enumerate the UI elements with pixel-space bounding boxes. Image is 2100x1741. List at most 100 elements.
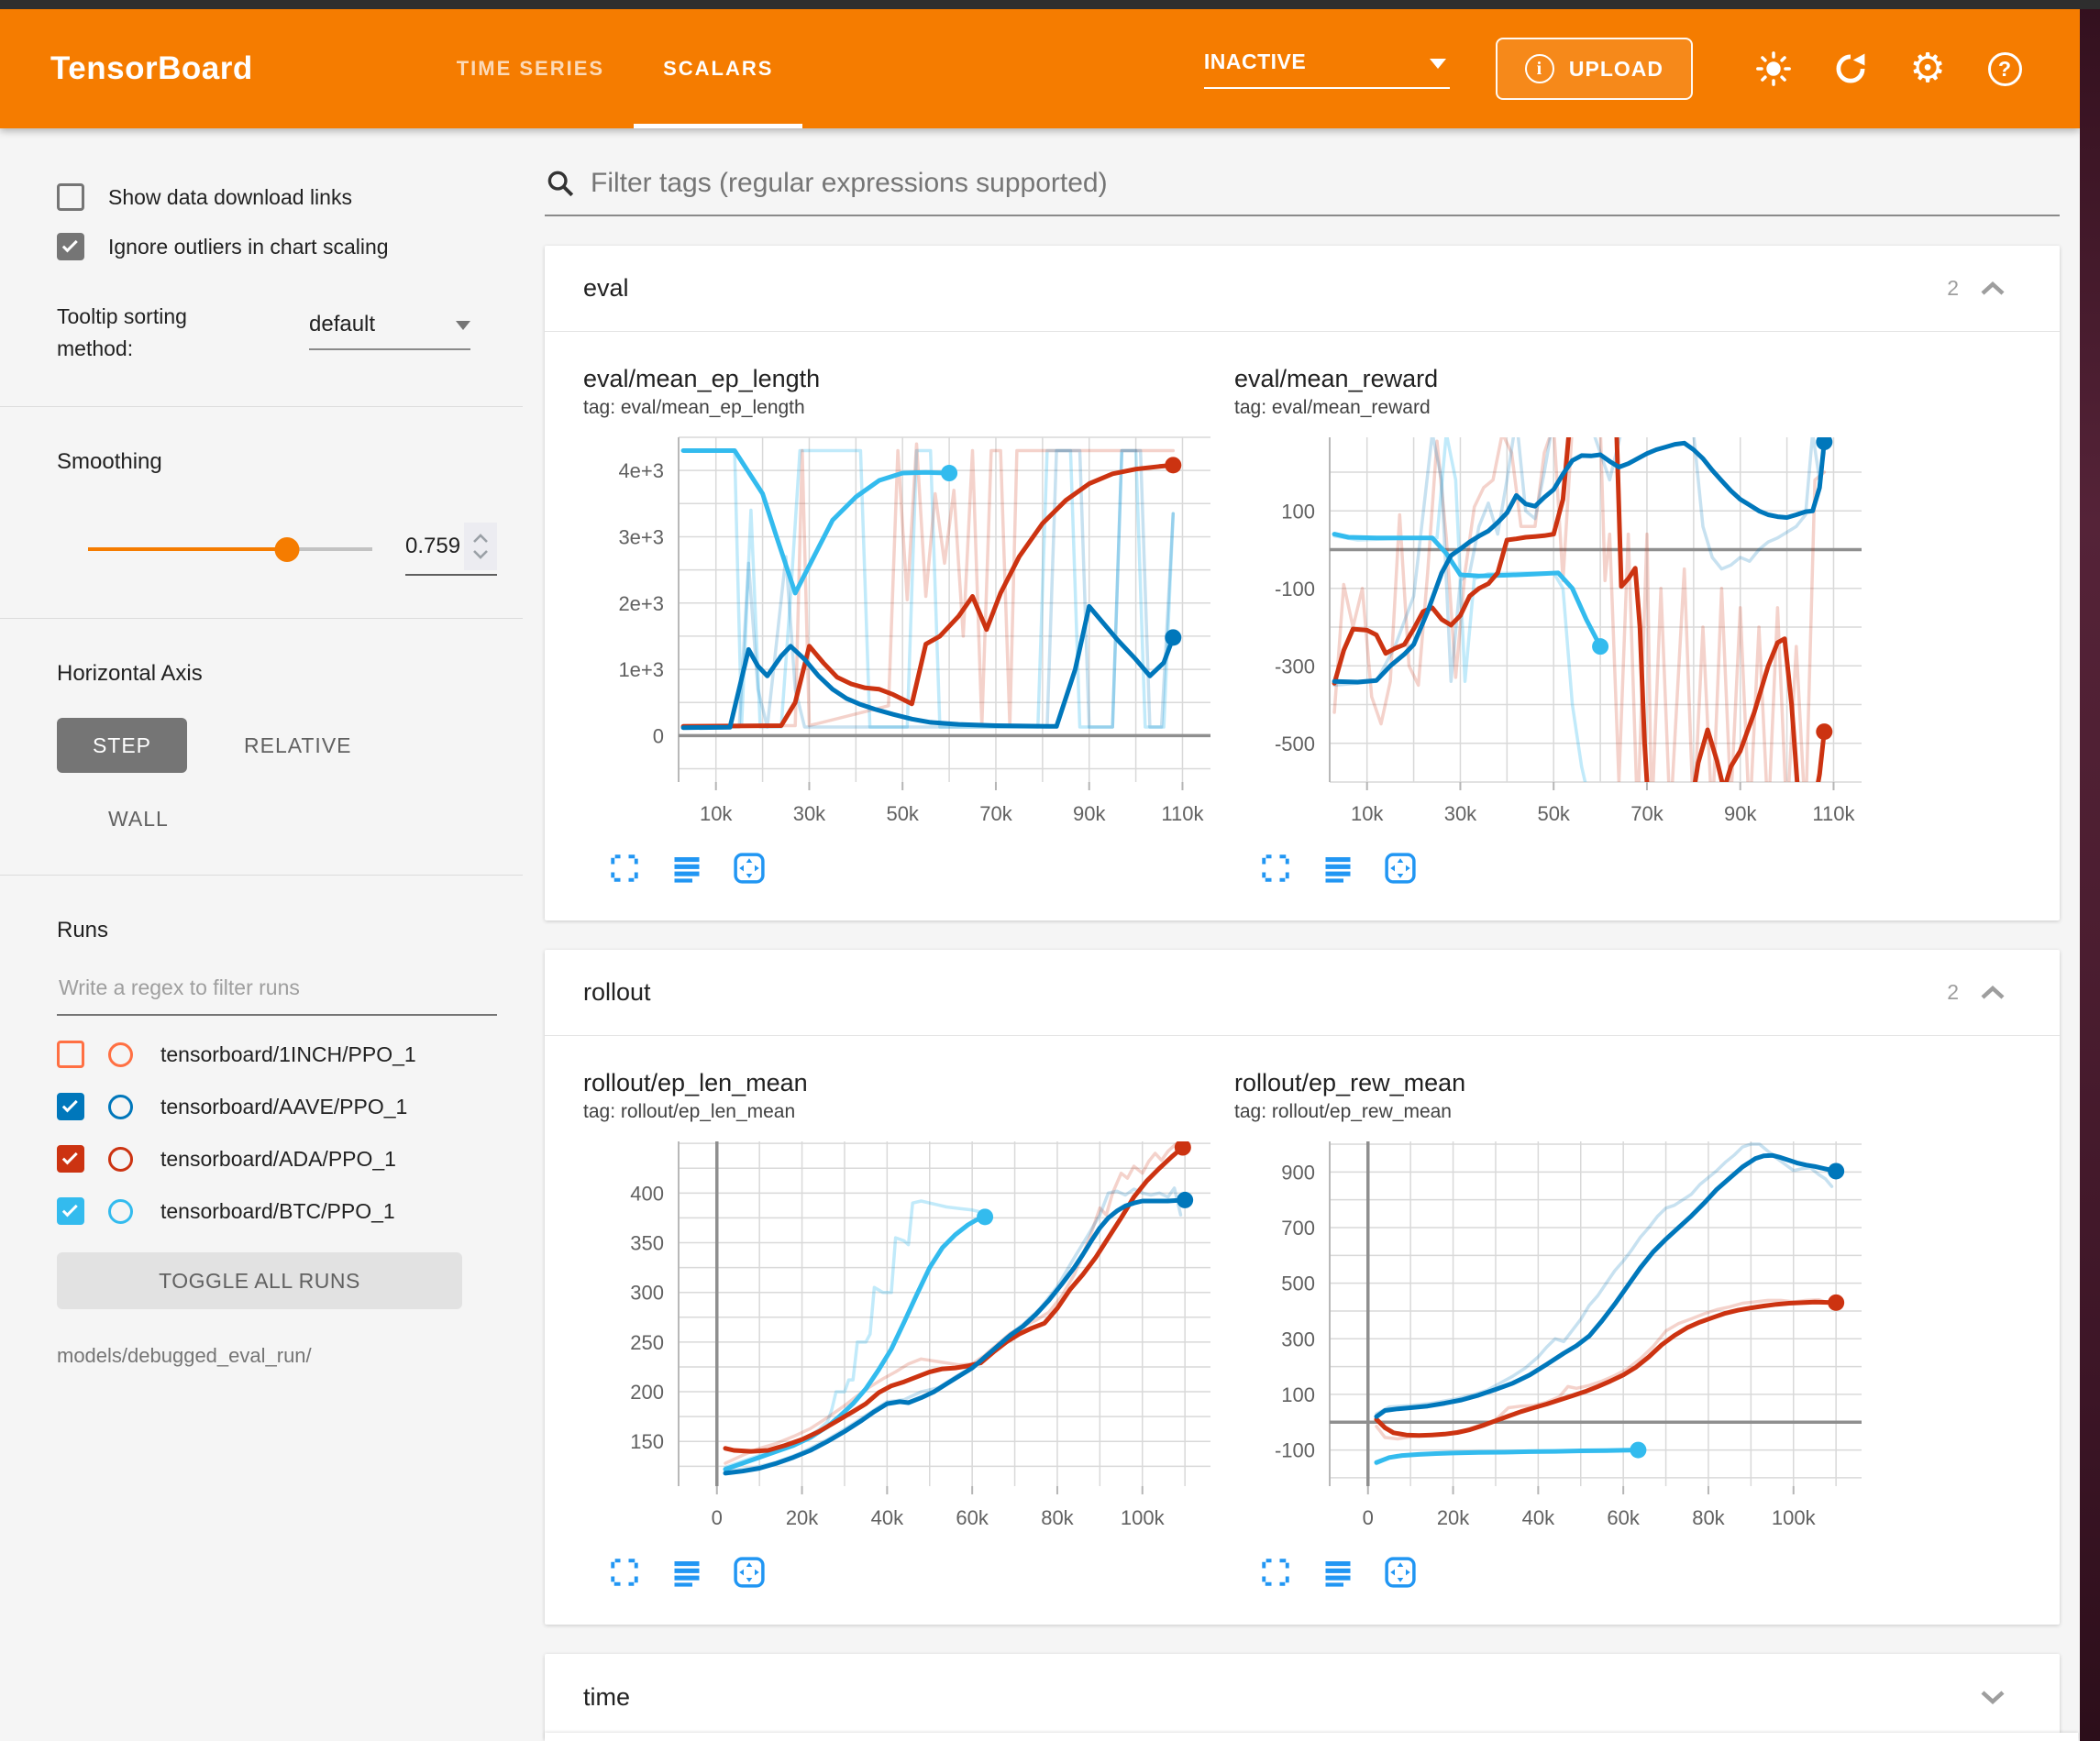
chart-toolbar [583, 847, 1234, 889]
gear-icon: ⚙ [1909, 49, 1945, 89]
refresh-button[interactable] [1812, 41, 1889, 96]
line-chart[interactable]: 150200250300350400020k40k60k80k100k [583, 1130, 1216, 1537]
axis-relative-button[interactable]: RELATIVE [238, 733, 358, 759]
run-checkbox[interactable] [57, 1145, 84, 1173]
svg-text:-300: -300 [1275, 655, 1315, 678]
ignore-outliers-row: Ignore outliers in chart scaling [57, 233, 497, 260]
section-count-badge: 2 [1947, 276, 1959, 301]
data-table-button[interactable] [666, 1551, 708, 1593]
fullscreen-button[interactable] [1254, 847, 1297, 889]
chart-title: rollout/ep_len_mean [583, 1069, 1234, 1097]
svg-text:60k: 60k [956, 1506, 989, 1529]
svg-text:0: 0 [1363, 1506, 1374, 1529]
tab-scalars[interactable]: SCALARS [634, 9, 802, 128]
chart-title: eval/mean_ep_length [583, 365, 1234, 393]
fit-domain-icon [732, 1555, 767, 1590]
svg-text:-500: -500 [1275, 733, 1315, 755]
tab-time-series[interactable]: TIME SERIES [427, 9, 634, 128]
section-title: eval [583, 274, 629, 303]
svg-text:0: 0 [712, 1506, 723, 1529]
svg-text:150: 150 [630, 1430, 664, 1453]
run-name: tensorboard/ADA/PPO_1 [160, 1147, 396, 1172]
section-card-rollout: rollout 2 rollout/ep_len_mean tag: rollo… [545, 950, 2060, 1625]
reload-status-value: INACTIVE [1204, 50, 1306, 73]
data-table-button[interactable] [1317, 847, 1359, 889]
line-chart[interactable]: 100-100-300-50010k30k50k70k90k110k [1234, 426, 1867, 833]
run-checkbox[interactable] [57, 1197, 84, 1225]
data-table-icon [670, 1556, 703, 1589]
smoothing-stepper[interactable] [464, 523, 497, 570]
divider [0, 406, 523, 407]
ignore-outliers-label: Ignore outliers in chart scaling [108, 235, 389, 259]
svg-text:70k: 70k [979, 802, 1012, 825]
smoothing-slider[interactable] [88, 547, 372, 551]
run-color-circle [108, 1095, 133, 1119]
toggle-all-runs-button[interactable]: TOGGLE ALL RUNS [57, 1252, 462, 1309]
svg-text:0: 0 [653, 724, 664, 747]
svg-text:40k: 40k [1522, 1506, 1555, 1529]
upload-button[interactable]: i UPLOAD [1496, 38, 1693, 100]
axis-wall-button[interactable]: WALL [103, 806, 174, 832]
tooltip-sorting-label: Tooltip sorting method: [57, 301, 245, 364]
svg-text:30k: 30k [1444, 802, 1477, 825]
chevron-up-icon [472, 534, 489, 544]
fit-domain-button[interactable] [1379, 847, 1421, 889]
run-name: tensorboard/BTC/PPO_1 [160, 1199, 395, 1224]
slider-thumb[interactable] [275, 537, 300, 562]
run-row-btc[interactable]: tensorboard/BTC/PPO_1 [57, 1197, 497, 1225]
section-header-time[interactable]: time [545, 1654, 2060, 1740]
show-download-links-row: Show data download links [57, 183, 497, 211]
next-section-card-edge [545, 1733, 2078, 1741]
help-button[interactable]: ? [1966, 41, 2043, 96]
data-table-button[interactable] [666, 847, 708, 889]
run-row-1inch[interactable]: tensorboard/1INCH/PPO_1 [57, 1041, 497, 1068]
check-icon [62, 237, 78, 252]
svg-text:100: 100 [1281, 1383, 1315, 1406]
line-chart[interactable]: -100100300500700900020k40k60k80k100k [1234, 1130, 1867, 1537]
ignore-outliers-checkbox[interactable] [57, 233, 84, 260]
fullscreen-button[interactable] [603, 1551, 646, 1593]
fit-domain-button[interactable] [728, 1551, 770, 1593]
line-chart[interactable]: 01e+32e+33e+34e+310k30k50k70k90k110k [583, 426, 1216, 833]
tooltip-sorting-select[interactable]: default [309, 312, 470, 350]
runs-directory-label: models/debugged_eval_run/ [57, 1344, 497, 1368]
svg-text:10k: 10k [1351, 802, 1384, 825]
svg-text:3e+3: 3e+3 [618, 525, 664, 548]
svg-text:500: 500 [1281, 1273, 1315, 1295]
section-header-rollout[interactable]: rollout 2 [545, 950, 2060, 1036]
runs-filter-input[interactable] [57, 975, 497, 1001]
app-header: TensorBoard TIME SERIES SCALARS INACTIVE… [0, 9, 2080, 128]
tag-filter-input[interactable] [589, 167, 2060, 200]
section-header-eval[interactable]: eval 2 [545, 246, 2060, 332]
svg-text:50k: 50k [1537, 802, 1570, 825]
run-checkbox[interactable] [57, 1041, 84, 1068]
reload-status-dropdown[interactable]: INACTIVE [1204, 50, 1450, 89]
brightness-toggle-button[interactable] [1735, 41, 1812, 96]
smoothing-value-box: 0.759 [405, 523, 497, 576]
svg-text:100k: 100k [1121, 1506, 1166, 1529]
svg-text:20k: 20k [786, 1506, 819, 1529]
fit-domain-button[interactable] [728, 847, 770, 889]
run-row-ada[interactable]: tensorboard/ADA/PPO_1 [57, 1145, 497, 1173]
chevron-up-icon[interactable] [1979, 985, 2006, 1001]
smoothing-control: 0.759 [57, 523, 497, 576]
axis-step-button[interactable]: STEP [57, 718, 187, 773]
svg-text:300: 300 [1281, 1328, 1315, 1350]
svg-text:100k: 100k [1772, 1506, 1817, 1529]
run-checkbox[interactable] [57, 1093, 84, 1120]
show-download-links-checkbox[interactable] [57, 183, 84, 211]
run-color-circle [108, 1042, 133, 1067]
svg-text:4e+3: 4e+3 [618, 459, 664, 482]
chevron-down-icon[interactable] [1979, 1689, 2006, 1705]
run-row-aave[interactable]: tensorboard/AAVE/PPO_1 [57, 1093, 497, 1120]
fullscreen-button[interactable] [1254, 1551, 1297, 1593]
fit-domain-button[interactable] [1379, 1551, 1421, 1593]
fullscreen-icon [608, 1556, 641, 1589]
settings-sidebar: Show data download links Ignore outliers… [0, 128, 523, 1741]
fullscreen-button[interactable] [603, 847, 646, 889]
smoothing-value[interactable]: 0.759 [405, 534, 464, 559]
svg-text:40k: 40k [871, 1506, 904, 1529]
settings-button[interactable]: ⚙ [1889, 41, 1966, 96]
data-table-button[interactable] [1317, 1551, 1359, 1593]
chevron-up-icon[interactable] [1979, 281, 2006, 297]
